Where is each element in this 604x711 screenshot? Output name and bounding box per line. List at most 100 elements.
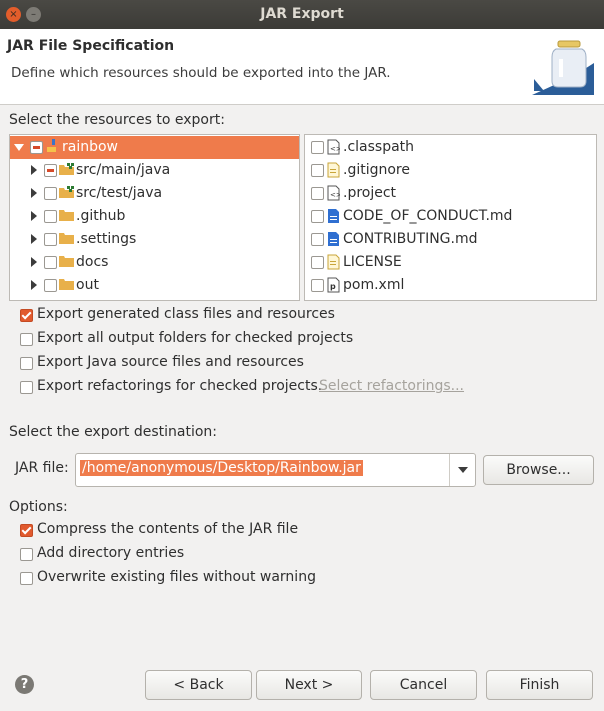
checkbox[interactable] [311,141,324,154]
export-java-source-checkbox[interactable] [20,357,33,370]
folder-icon [59,233,74,244]
file-item-license[interactable]: LICENSE [305,251,596,274]
checkbox[interactable] [44,187,57,200]
select-refactorings-link[interactable]: Select refactorings... [319,378,464,394]
checkbox[interactable] [44,279,57,292]
svg-text:<>: <> [330,145,340,153]
page-title: JAR File Specification [7,38,175,54]
tree-item-label: out [76,277,99,293]
checkbox[interactable] [44,210,57,223]
jar-file-input[interactable]: /home/anonymous/Desktop/Rainbow.jar [80,460,363,476]
checkbox[interactable] [311,256,324,269]
browse-button[interactable]: Browse... [483,455,594,485]
compress-label[interactable]: Compress the contents of the JAR file [37,521,298,537]
resources-label: Select the resources to export: [9,112,225,128]
add-directory-label[interactable]: Add directory entries [37,545,184,561]
options-label: Options: [9,499,68,515]
tree-item-label: .github [76,208,126,224]
tree-item-settings[interactable]: .settings [10,228,299,251]
file-item-label: .classpath [343,139,415,155]
back-button[interactable]: < Back [145,670,252,700]
package-folder-icon [59,163,74,175]
export-java-source-label[interactable]: Export Java source files and resources [37,354,304,370]
tree-item-docs[interactable]: docs [10,251,299,274]
expand-arrow-icon[interactable] [31,280,37,290]
expand-arrow-icon[interactable] [14,144,24,151]
file-item-contributing[interactable]: CONTRIBUTING.md [305,228,596,251]
tree-item-label: src/test/java [76,185,163,201]
expand-arrow-icon[interactable] [31,188,37,198]
compress-checkbox[interactable] [20,524,33,537]
folder-icon [59,210,74,221]
export-refactorings-label[interactable]: Export refactorings for checked projects… [37,378,322,394]
cancel-button[interactable]: Cancel [370,670,477,700]
overwrite-checkbox[interactable] [20,572,33,585]
jar-icon [532,37,594,95]
pom-file-icon: p [327,277,340,293]
export-refactorings-checkbox[interactable] [20,381,33,394]
expand-arrow-icon[interactable] [31,257,37,267]
jar-file-combo[interactable]: /home/anonymous/Desktop/Rainbow.jar [75,453,476,487]
file-item-label: LICENSE [343,254,402,270]
help-icon[interactable]: ? [15,675,34,694]
tree-item-label: docs [76,254,109,270]
expand-arrow-icon[interactable] [31,211,37,221]
wizard-header: JAR File Specification Define which reso… [0,29,604,105]
xml-file-icon: <> [327,185,340,201]
markdown-file-icon [328,209,339,223]
destination-label: Select the export destination: [9,424,218,440]
tree-item-src-test-java[interactable]: src/test/java [10,182,299,205]
checkbox[interactable] [311,187,324,200]
file-item-label: pom.xml [343,277,405,293]
file-item-pom[interactable]: p pom.xml [305,274,596,297]
checkbox[interactable] [311,164,324,177]
resource-tree[interactable]: rainbow src/main/java src/test/java .git… [9,134,300,301]
file-item-label: CODE_OF_CONDUCT.md [343,208,513,224]
tree-item-label: src/main/java [76,162,171,178]
text-file-icon [327,254,340,270]
export-output-folders-label[interactable]: Export all output folders for checked pr… [37,330,353,346]
finish-button[interactable]: Finish [486,670,593,700]
file-item-classpath[interactable]: <> .classpath [305,136,596,159]
chevron-down-icon[interactable] [458,467,468,473]
svg-text:p: p [330,282,336,291]
expand-arrow-icon[interactable] [31,165,37,175]
file-item-gitignore[interactable]: .gitignore [305,159,596,182]
checkbox[interactable] [311,233,324,246]
folder-icon [59,256,74,267]
add-directory-checkbox[interactable] [20,548,33,561]
xml-file-icon: <> [327,139,340,155]
file-item-project[interactable]: <> .project [305,182,596,205]
tree-item-label: .settings [76,231,137,247]
overwrite-label[interactable]: Overwrite existing files without warning [37,569,316,585]
file-item-label: .gitignore [343,162,410,178]
tree-item-src-main-java[interactable]: src/main/java [10,159,299,182]
tree-item-rainbow[interactable]: rainbow [10,136,299,159]
tree-item-label: rainbow [62,139,118,155]
export-output-folders-checkbox[interactable] [20,333,33,346]
checkbox[interactable] [44,164,57,177]
checkbox[interactable] [44,233,57,246]
export-class-files-label[interactable]: Export generated class files and resourc… [37,306,335,322]
expand-arrow-icon[interactable] [31,234,37,244]
svg-text:<>: <> [330,191,340,199]
jar-file-label: JAR file: [15,460,69,476]
checkbox[interactable] [44,256,57,269]
checkbox[interactable] [311,210,324,223]
combo-separator [449,454,450,486]
checkbox[interactable] [311,279,324,292]
tree-item-out[interactable]: out [10,274,299,297]
file-item-label: CONTRIBUTING.md [343,231,478,247]
text-file-icon [327,162,340,178]
window-title: JAR Export [260,6,344,22]
folder-icon [59,279,74,290]
file-list[interactable]: <> .classpath .gitignore <> .project COD… [304,134,597,301]
package-folder-icon [59,186,74,198]
title-bar: × – JAR Export [0,0,604,29]
tree-item-github[interactable]: .github [10,205,299,228]
next-button[interactable]: Next > [256,670,362,700]
file-item-label: .project [343,185,397,201]
export-class-files-checkbox[interactable] [20,309,33,322]
checkbox[interactable] [30,141,43,154]
file-item-code-of-conduct[interactable]: CODE_OF_CONDUCT.md [305,205,596,228]
